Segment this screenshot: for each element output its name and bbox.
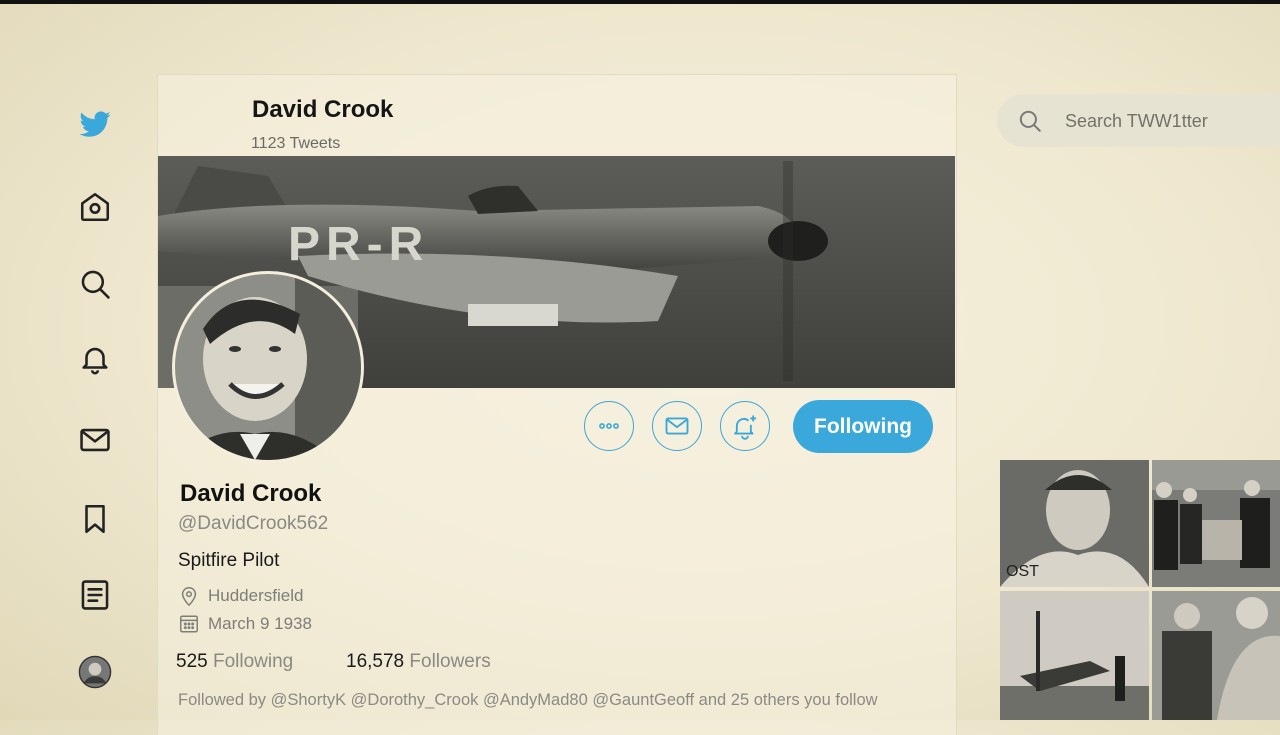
profile-location: Huddersfield [178, 585, 303, 607]
more-dots-icon [599, 423, 619, 429]
profile-avatar-icon[interactable] [76, 653, 114, 691]
following-button[interactable]: Following [793, 400, 933, 453]
more-options-button[interactable] [584, 401, 634, 451]
calendar-icon [180, 615, 198, 633]
birthday-text: March 9 1938 [208, 614, 312, 633]
banner-aircraft-code: PR-R [288, 218, 429, 271]
top-edge-bar [0, 0, 1280, 4]
followers-count: 16,578 [346, 651, 405, 672]
bookmark-icon[interactable] [76, 500, 114, 538]
profile-birthday: March 9 1938 [178, 613, 312, 635]
envelope-icon [665, 417, 689, 435]
profile-name: David Crook [180, 480, 322, 507]
following-stat[interactable]: 525 Following [176, 651, 293, 672]
search-bar[interactable] [997, 94, 1280, 147]
header-tweet-count: 1123 Tweets [251, 135, 341, 152]
profile-handle: @DavidCrook562 [178, 513, 329, 534]
header-profile-name: David Crook [252, 96, 394, 123]
message-button[interactable] [652, 401, 702, 451]
search-icon[interactable] [76, 265, 114, 303]
following-label: Following [212, 651, 294, 672]
followers-stat[interactable]: 16,578 Followers [346, 651, 491, 673]
bell-plus-icon [734, 415, 757, 440]
profile-bio: Spitfire Pilot [178, 550, 280, 571]
location-pin-icon [181, 587, 197, 607]
twitter-bird-icon[interactable] [76, 106, 114, 144]
media-thumbnail[interactable]: OST [1000, 460, 1149, 587]
mail-icon[interactable] [76, 421, 114, 459]
followers-label: Followers [409, 651, 491, 672]
media-thumbnail[interactable] [1152, 591, 1280, 720]
following-count: 525 [176, 651, 208, 672]
media-thumbnail[interactable] [1000, 591, 1149, 720]
bell-icon[interactable] [76, 340, 114, 378]
followed-by-text[interactable]: Followed by @ShortyK @Dorothy_Crook @And… [178, 691, 878, 710]
location-text: Huddersfield [208, 586, 304, 605]
search-input[interactable] [1063, 106, 1280, 136]
notify-button[interactable] [720, 401, 770, 451]
lists-icon[interactable] [76, 576, 114, 614]
profile-avatar[interactable] [172, 271, 364, 463]
media-tile-text: OST [1006, 563, 1039, 580]
media-thumbnail[interactable] [1152, 460, 1280, 587]
home-icon[interactable] [76, 188, 114, 226]
search-icon [1019, 110, 1041, 132]
profile-stats: 525 Following 16,578 Followers [176, 651, 491, 673]
